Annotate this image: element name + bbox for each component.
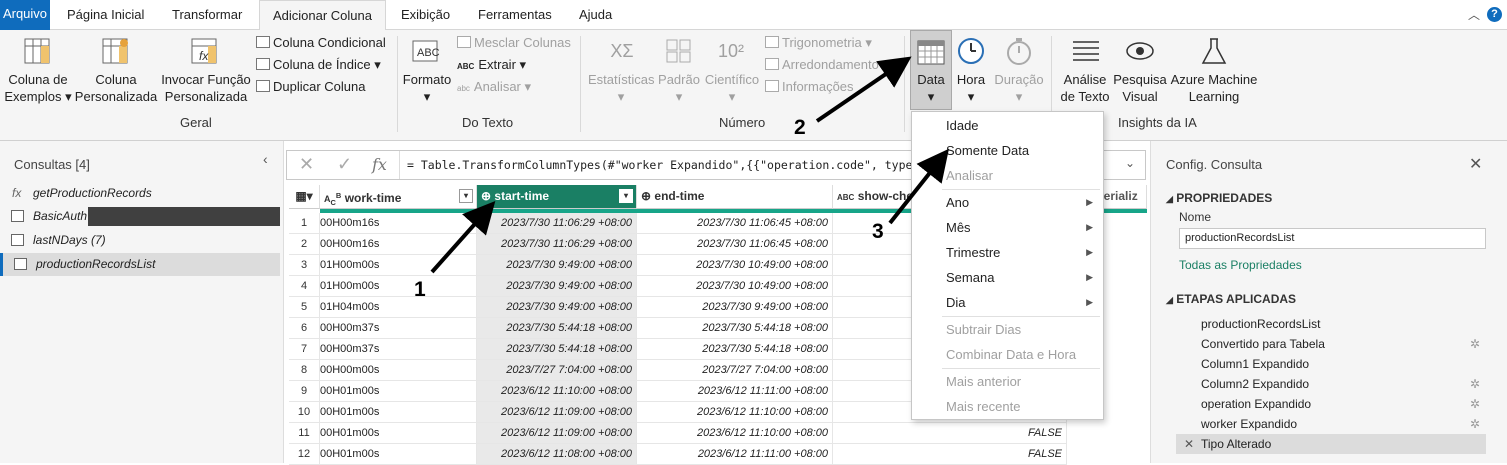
callout-2: 2 [794,116,806,139]
arrow-1 [430,201,496,274]
callout-1: 1 [414,278,426,301]
annotation-arrows [430,56,949,274]
callout-3: 3 [872,220,884,243]
arrow-2 [815,56,912,123]
arrow-3 [888,148,949,225]
